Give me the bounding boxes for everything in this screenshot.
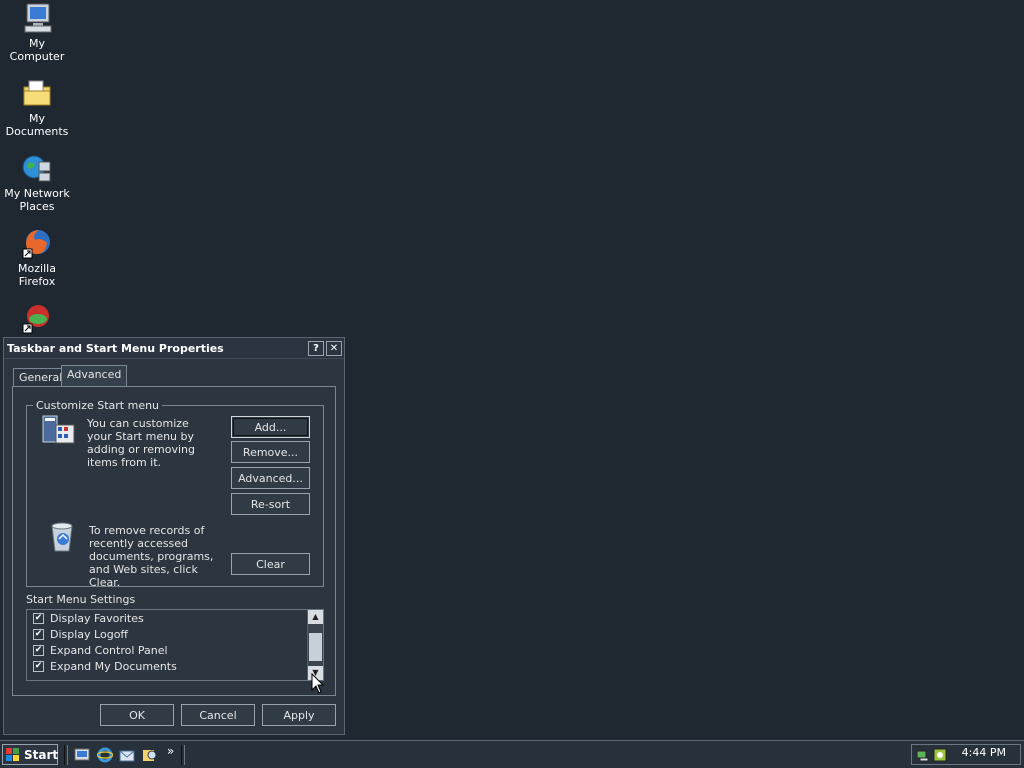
recycle-clear-icon <box>47 521 77 553</box>
checkbox-checked-icon[interactable]: ✔ <box>33 612 44 624</box>
list-item[interactable]: ✔ Expand My Documents <box>27 658 323 674</box>
desktop-icon-label: My Computer <box>9 37 65 63</box>
apply-button[interactable]: Apply <box>262 704 336 726</box>
outlook-express-icon[interactable] <box>119 747 135 763</box>
list-item[interactable]: ✔ Display Logoff <box>27 626 323 642</box>
ok-button[interactable]: OK <box>100 704 174 726</box>
dialog-titlebar[interactable]: Taskbar and Start Menu Properties ? ✕ <box>4 338 344 359</box>
start-menu-customize-icon <box>42 415 76 447</box>
list-item-label: Display Logoff <box>50 627 128 641</box>
desktop-icon-mozilla-firefox[interactable]: Mozilla Firefox <box>0 227 74 288</box>
network-globe-icon <box>21 152 53 184</box>
taskbar-clock[interactable]: 4:44 PM <box>962 746 1006 759</box>
desktop-icon-app-shortcut[interactable] <box>0 302 74 337</box>
checkbox-checked-icon[interactable]: ✔ <box>33 644 44 656</box>
internet-explorer-icon[interactable] <box>96 747 114 763</box>
start-button[interactable]: Start <box>2 744 58 765</box>
list-item[interactable]: ✔ Expand Control Panel <box>27 642 323 658</box>
quick-launch-chevron-icon[interactable]: » <box>167 744 174 758</box>
remove-button[interactable]: Remove... <box>231 441 310 463</box>
tray-network-icon[interactable] <box>916 748 930 762</box>
dialog-title: Taskbar and Start Menu Properties <box>7 341 224 355</box>
desktop-icon-my-network-places[interactable]: My Network Places <box>0 152 74 213</box>
tray-app-icon[interactable] <box>933 748 947 762</box>
resort-button[interactable]: Re-sort <box>231 493 310 515</box>
windows-logo-icon <box>6 747 20 762</box>
tab-advanced[interactable]: Advanced <box>61 365 128 386</box>
checkbox-checked-icon[interactable]: ✔ <box>33 628 44 640</box>
folder-documents-icon <box>21 77 53 109</box>
list-scrollbar[interactable]: ▲ ▼ <box>307 610 323 680</box>
add-button[interactable]: Add... <box>231 416 310 438</box>
computer-icon <box>21 2 53 34</box>
clear-button[interactable]: Clear <box>231 553 310 575</box>
app-shortcut-icon <box>21 302 53 334</box>
desktop-icon-my-documents[interactable]: My Documents <box>0 77 74 138</box>
desktop-icon-label: My Documents <box>5 112 69 138</box>
desktop-icon-my-computer[interactable]: My Computer <box>0 2 74 63</box>
taskbar-separator <box>64 745 68 765</box>
customize-group-title: Customize Start menu <box>33 399 163 412</box>
search-icon[interactable] <box>142 747 158 763</box>
taskbar-start-menu-properties-dialog: Taskbar and Start Menu Properties ? ✕ Ge… <box>3 337 345 735</box>
firefox-icon <box>21 227 53 259</box>
help-button[interactable]: ? <box>308 341 324 356</box>
start-menu-settings-list[interactable]: ✔ Display Favorites ✔ Display Logoff ✔ E… <box>26 609 324 681</box>
list-item-label: Expand My Documents <box>50 659 177 673</box>
advanced-button[interactable]: Advanced... <box>231 467 310 489</box>
cancel-button[interactable]: Cancel <box>181 704 255 726</box>
show-desktop-icon[interactable] <box>74 747 90 763</box>
clear-description: To remove records of recently accessed d… <box>89 524 214 589</box>
scroll-up-icon[interactable]: ▲ <box>308 610 323 624</box>
desktop-icon-label: Mozilla Firefox <box>18 262 56 288</box>
customize-description: You can customize your Start menu by add… <box>87 417 195 469</box>
taskbar: Start » 4:44 PM <box>0 740 1024 768</box>
list-item[interactable]: ✔ Display Favorites <box>27 610 323 626</box>
list-item-label: Display Favorites <box>50 611 144 625</box>
mouse-cursor-icon <box>311 672 325 695</box>
scrollbar-thumb[interactable] <box>309 633 322 661</box>
start-menu-settings-label: Start Menu Settings <box>26 593 136 606</box>
desktop-icon-label: My Network Places <box>4 187 70 213</box>
start-label: Start <box>24 747 59 762</box>
taskbar-separator <box>181 745 185 765</box>
list-item-label: Expand Control Panel <box>50 643 168 657</box>
checkbox-checked-icon[interactable]: ✔ <box>33 660 44 672</box>
close-button[interactable]: ✕ <box>326 341 342 356</box>
